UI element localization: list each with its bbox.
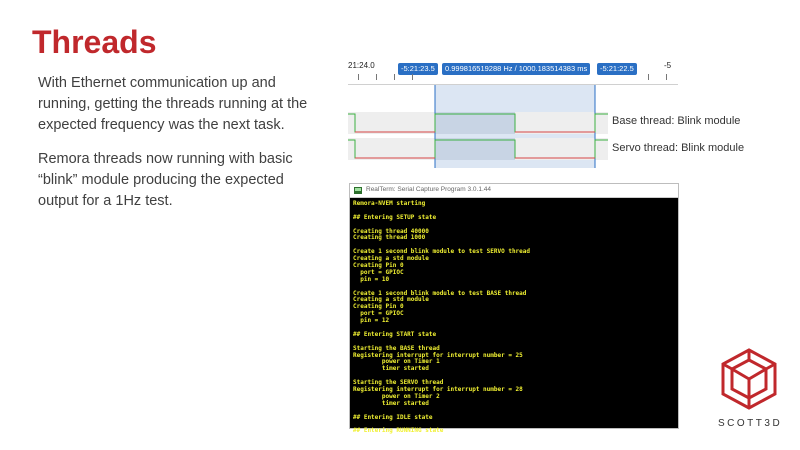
terminal-line: timer started (353, 365, 429, 373)
terminal-line: Creating thread 1000 (353, 234, 426, 242)
ruler-tick (358, 74, 359, 80)
ruler-tick (666, 74, 667, 80)
ruler-time-left: 21:24.0 (348, 61, 375, 70)
terminal-line: ## Entering IDLE state (353, 413, 433, 421)
ruler-tick (648, 74, 649, 80)
terminal-line: ## Entering START state (353, 330, 437, 338)
terminal-line: timer started (353, 399, 429, 407)
measurement-marker[interactable]: 0.999816519288 Hz / 1000.183514383 ms (442, 63, 591, 75)
logo-wordmark: SCOTT3D (718, 418, 783, 429)
track-base-highlight (435, 112, 515, 134)
paragraph-remora: Remora threads now running with basic “b… (38, 151, 293, 209)
terminal-app-icon (354, 187, 362, 194)
ruler-tick (376, 74, 377, 80)
marker-right[interactable]: -5:21:22.5 (597, 63, 637, 75)
track-label-servo: Servo thread: Blink module (612, 142, 745, 154)
terminal-line: pin = 10 (353, 275, 390, 283)
serial-terminal-window: RealTerm: Serial Capture Program 3.0.1.4… (349, 183, 679, 434)
ruler-tick (394, 74, 395, 80)
ruler-time-right: -5 (664, 61, 672, 70)
time-ruler: 21:24.0 -5:21:23.5 0.999816519288 Hz / 1… (348, 54, 678, 85)
waveform-area (348, 85, 608, 168)
terminal-line: port = GPIOC (353, 268, 404, 276)
track-servo-highlight (435, 138, 515, 160)
scott3d-logo (721, 348, 777, 410)
terminal-line: ## Entering RUNNING state (353, 427, 444, 435)
terminal-titlebar: RealTerm: Serial Capture Program 3.0.1.4… (350, 184, 678, 198)
terminal-line: port = GPIOC (353, 310, 404, 318)
terminal-output: Remora-NVEM starting ## Entering SETUP st… (353, 200, 675, 435)
slide-title: Threads (32, 24, 157, 60)
ruler-tick (412, 74, 413, 80)
terminal-line: pin = 12 (353, 317, 390, 325)
terminal-title: RealTerm: Serial Capture Program 3.0.1.4… (366, 186, 492, 193)
terminal-line: Remora-NVEM starting (353, 200, 426, 207)
marker-left[interactable]: -5:21:23.5 (398, 63, 438, 75)
paragraph-ethernet: With Ethernet communication up and runni… (38, 75, 308, 133)
track-label-base: Base thread: Blink module (612, 115, 741, 127)
terminal-line: ## Entering SETUP state (353, 213, 437, 221)
